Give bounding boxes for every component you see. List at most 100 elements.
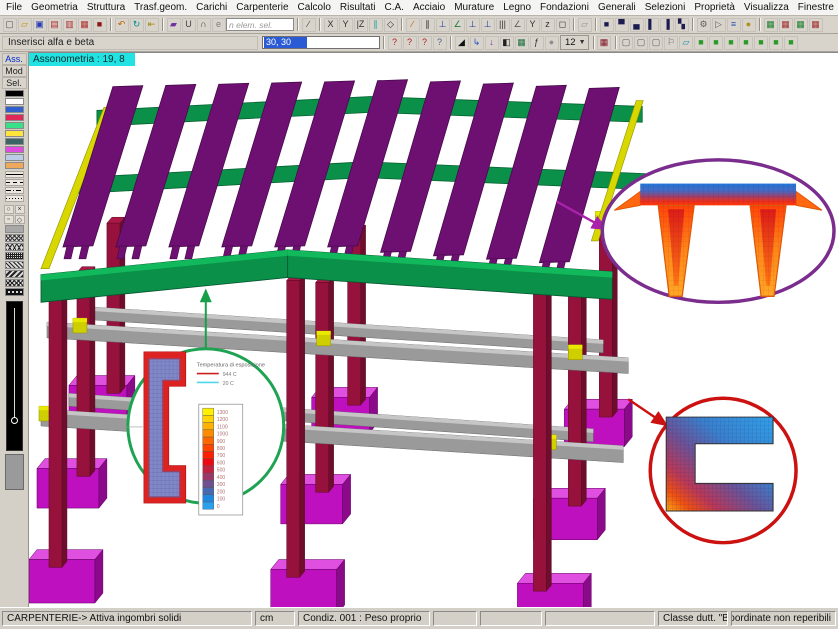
divide-icon[interactable]: ||| xyxy=(496,18,510,32)
parallel-lines-icon[interactable]: ∥ xyxy=(421,18,435,32)
font-size-dropdown[interactable]: 12 ▼ xyxy=(560,35,589,50)
parallel-axes-icon[interactable]: ∥ xyxy=(369,18,383,32)
point-cross-button[interactable]: × xyxy=(15,205,25,214)
window-quad-icon[interactable]: ▚ xyxy=(675,18,689,32)
open-folder-icon[interactable]: ▱ xyxy=(18,18,32,32)
drop-icon[interactable]: ↓ xyxy=(485,36,499,50)
hatch-dots-button[interactable] xyxy=(5,252,24,260)
menu-generali[interactable]: Generali xyxy=(596,2,638,13)
color-swatch-0[interactable] xyxy=(5,90,24,97)
view-tab-ass[interactable]: Ass. xyxy=(2,53,27,65)
window-full-icon[interactable]: ■ xyxy=(600,18,614,32)
hatch-diagonal-button[interactable] xyxy=(5,261,24,269)
solid-cube-icon-1[interactable]: ■ xyxy=(694,36,708,50)
linestyle-dashdot-button[interactable] xyxy=(5,187,24,194)
alfa-beta-input[interactable]: 30, 30 xyxy=(262,36,380,49)
linestyle-dotted-button[interactable] xyxy=(5,195,24,202)
new-file-icon[interactable]: ▢ xyxy=(3,18,17,32)
menu-geometria[interactable]: Geometria xyxy=(29,2,80,13)
menu-struttura[interactable]: Struttura xyxy=(85,2,127,13)
wireframe-box-icon[interactable]: ◻ xyxy=(556,18,570,32)
rhombus-icon[interactable]: ◇ xyxy=(384,18,398,32)
axis-x-icon[interactable]: X xyxy=(324,18,338,32)
point-circle-button[interactable]: ○ xyxy=(4,205,14,214)
print-view-icon[interactable]: ▤ xyxy=(48,18,62,32)
wire-cube-icon-1[interactable]: ▢ xyxy=(619,36,633,50)
query-node-icon[interactable]: ? xyxy=(388,36,402,50)
hatch-solid-button[interactable] xyxy=(5,225,24,233)
double-perpendicular-icon[interactable]: ⊥ xyxy=(481,18,495,32)
angle-icon[interactable]: ∠ xyxy=(451,18,465,32)
zoom-slider-handle[interactable] xyxy=(11,417,18,424)
rotate-z-icon[interactable]: z xyxy=(541,18,555,32)
wire-cube-icon-3[interactable]: ▢ xyxy=(649,36,663,50)
hatch-diagonal2-button[interactable] xyxy=(5,270,24,278)
rotate-y-icon[interactable]: Y xyxy=(526,18,540,32)
color-swatch-7[interactable] xyxy=(5,146,24,153)
menu-legno[interactable]: Legno xyxy=(501,2,533,13)
hatch-diamond-button[interactable] xyxy=(5,243,24,251)
menu-acciaio[interactable]: Acciaio xyxy=(411,2,447,13)
color-swatch-3[interactable] xyxy=(5,114,24,121)
solid-cube-icon-5[interactable]: ■ xyxy=(754,36,768,50)
palette-grid-icon[interactable]: ▦ xyxy=(515,36,529,50)
menu-murature[interactable]: Murature xyxy=(452,2,496,13)
render-view-icon[interactable]: ■ xyxy=(93,18,107,32)
sidebar-grip[interactable] xyxy=(5,454,24,490)
window-bottom-icon[interactable]: ▄ xyxy=(630,18,644,32)
color-swatch-4[interactable] xyxy=(5,122,24,129)
plane-icon[interactable]: ▱ xyxy=(679,36,693,50)
solid-cube-icon-7[interactable]: ■ xyxy=(784,36,798,50)
angle-measure-icon[interactable]: ∠ xyxy=(511,18,525,32)
menu-fondazioni[interactable]: Fondazioni xyxy=(538,2,591,13)
menu-c-a-[interactable]: C.A. xyxy=(382,2,405,13)
sphere-icon[interactable]: ● xyxy=(545,36,559,50)
perpendicular-point-icon[interactable]: ⊥ xyxy=(466,18,480,32)
menu-calcolo[interactable]: Calcolo xyxy=(296,2,333,13)
wire-cube-icon-2[interactable]: ▢ xyxy=(634,36,648,50)
mesh-select-icon-1[interactable]: ▦ xyxy=(764,18,778,32)
solid-cube-icon-2[interactable]: ■ xyxy=(709,36,723,50)
color-swatch-5[interactable] xyxy=(5,130,24,137)
shade-icon[interactable]: ◢ xyxy=(455,36,469,50)
menu-file[interactable]: File xyxy=(4,2,24,13)
font-icon[interactable]: ƒ xyxy=(530,36,544,50)
save-icon[interactable]: ▣ xyxy=(33,18,47,32)
solid-cube-icon-6[interactable]: ■ xyxy=(769,36,783,50)
mesh-select-icon-4[interactable]: ▦ xyxy=(809,18,823,32)
menu-visualizza[interactable]: Visualizza xyxy=(742,2,791,13)
menu-finestre[interactable]: Finestre xyxy=(796,2,836,13)
solid-cube-icon-4[interactable]: ■ xyxy=(739,36,753,50)
view-tab-sel[interactable]: Sel. xyxy=(2,77,27,89)
menu-propriet-[interactable]: Proprietà xyxy=(692,2,737,13)
query-solid-icon[interactable]: ? xyxy=(433,36,447,50)
hatch-zigzag-button[interactable] xyxy=(5,279,24,287)
query-edge-icon[interactable]: ? xyxy=(403,36,417,50)
window-left-icon[interactable]: ▌ xyxy=(645,18,659,32)
model-canvas[interactable]: Temperatura di esposizione 944 C 20 C 13… xyxy=(29,53,838,607)
lock-icon[interactable]: ● xyxy=(742,18,756,32)
list-icon[interactable]: ≡ xyxy=(727,18,741,32)
axis-y-icon[interactable]: Y xyxy=(339,18,353,32)
linestyle-solid-button[interactable] xyxy=(5,171,24,178)
union-icon[interactable]: U xyxy=(182,18,196,32)
hatch-cross-button[interactable] xyxy=(5,234,24,242)
point-diamond-button[interactable]: ◇ xyxy=(15,215,25,224)
eraser-icon[interactable]: ▱ xyxy=(578,18,592,32)
flag-icon[interactable]: ⚐ xyxy=(664,36,678,50)
copy-view-icon[interactable]: ▥ xyxy=(63,18,77,32)
menu-carichi[interactable]: Carichi xyxy=(194,2,229,13)
undo-icon[interactable]: ↶ xyxy=(115,18,129,32)
structure-icon[interactable]: ▦ xyxy=(597,36,611,50)
view-tab-mod[interactable]: Mod xyxy=(2,65,27,77)
window-top-icon[interactable]: ▀ xyxy=(615,18,629,32)
query-face-icon[interactable]: ? xyxy=(418,36,432,50)
import-icon[interactable]: ⇤ xyxy=(145,18,159,32)
element-select-icon[interactable]: e xyxy=(212,18,226,32)
menu-trasf-geom-[interactable]: Trasf.geom. xyxy=(132,2,189,13)
axis-z-icon[interactable]: |Z xyxy=(354,18,368,32)
intersect-icon[interactable]: ∩ xyxy=(197,18,211,32)
menu-selezioni[interactable]: Selezioni xyxy=(643,2,688,13)
contrast-icon[interactable]: ◧ xyxy=(500,36,514,50)
draw-segment-icon[interactable]: ∕ xyxy=(406,18,420,32)
